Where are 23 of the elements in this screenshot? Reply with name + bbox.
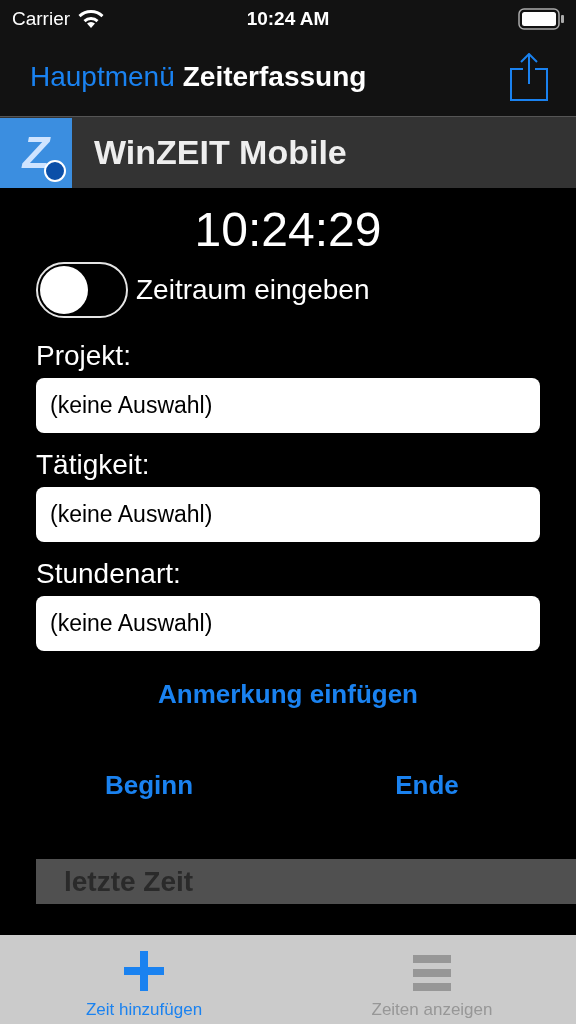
toggle-label: Zeitraum eingeben [136, 273, 370, 307]
field-label: Projekt: [36, 339, 132, 373]
list-icon [413, 954, 451, 991]
carrier-label: Carrier [12, 6, 71, 31]
field-label: Stundenart: [36, 557, 182, 591]
select-field[interactable]: (keine Auswahl) [36, 378, 540, 433]
status-time: 10:24 AM [246, 6, 330, 31]
action-button[interactable]: Beginn [49, 766, 249, 805]
app-logo: Z [0, 117, 72, 188]
nav-title: Zeiterfassung [182, 60, 367, 94]
share-button[interactable] [510, 53, 548, 101]
wifi-icon [78, 10, 105, 28]
select-field[interactable]: (keine Auswahl) [36, 596, 540, 651]
clock-display: 10:24:29 [194, 202, 382, 258]
field-label: Tätigkeit: [36, 448, 151, 482]
plus-icon [124, 950, 164, 991]
battery-icon [518, 8, 564, 30]
select-field[interactable]: (keine Auswahl) [36, 487, 540, 542]
banner-title: WinZEIT Mobile [94, 132, 347, 173]
back-button[interactable]: Hauptmenü [30, 56, 175, 98]
toggle-switch[interactable] [36, 262, 128, 318]
note-link[interactable]: Anmerkung einfügen [158, 675, 418, 714]
action-button[interactable]: Ende [327, 766, 527, 805]
